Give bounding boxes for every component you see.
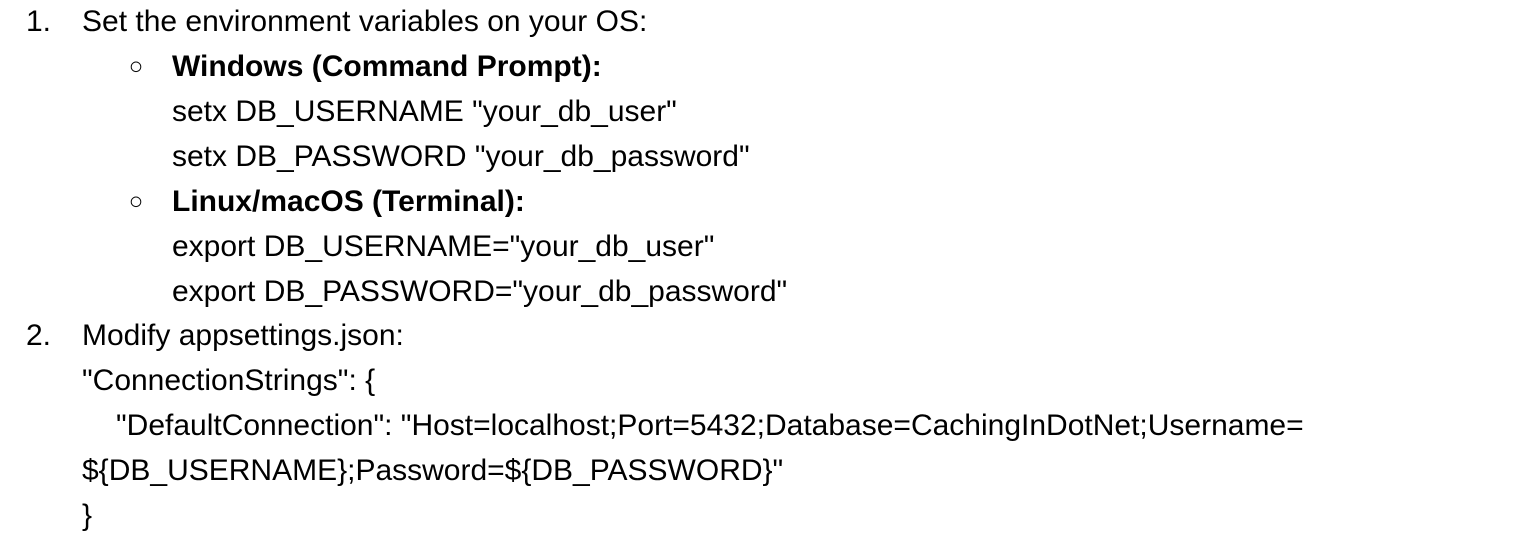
code-line: "DefaultConnection": "Host=localhost;Por…: [116, 409, 1304, 442]
windows-heading: Windows (Command Prompt):: [172, 50, 602, 83]
step-2-text: Modify appsettings.json:: [82, 319, 404, 352]
step-number: 1.: [26, 5, 52, 38]
linux-subitem: ○: [0, 180, 160, 224]
document-body: 1. Set the environment variables on your…: [0, 0, 1518, 538]
windows-subitem: ○: [0, 45, 160, 89]
circle-bullet-icon: ○: [128, 188, 144, 215]
step-number: 2.: [26, 319, 52, 352]
linux-command-line: export DB_USERNAME="your_db_user": [172, 230, 715, 263]
circle-bullet-icon: ○: [128, 53, 144, 80]
windows-command-line: setx DB_USERNAME "your_db_user": [172, 95, 677, 128]
linux-command-line: export DB_PASSWORD="your_db_password": [172, 275, 788, 308]
code-line: "ConnectionStrings": {: [82, 364, 376, 397]
linux-heading: Linux/macOS (Terminal):: [172, 185, 525, 218]
windows-command-line: setx DB_PASSWORD "your_db_password": [172, 140, 750, 173]
step-1-text: Set the environment variables on your OS…: [82, 5, 648, 38]
code-line: }: [82, 499, 93, 532]
code-line: ${DB_USERNAME};Password=${DB_PASSWORD}": [82, 454, 784, 487]
